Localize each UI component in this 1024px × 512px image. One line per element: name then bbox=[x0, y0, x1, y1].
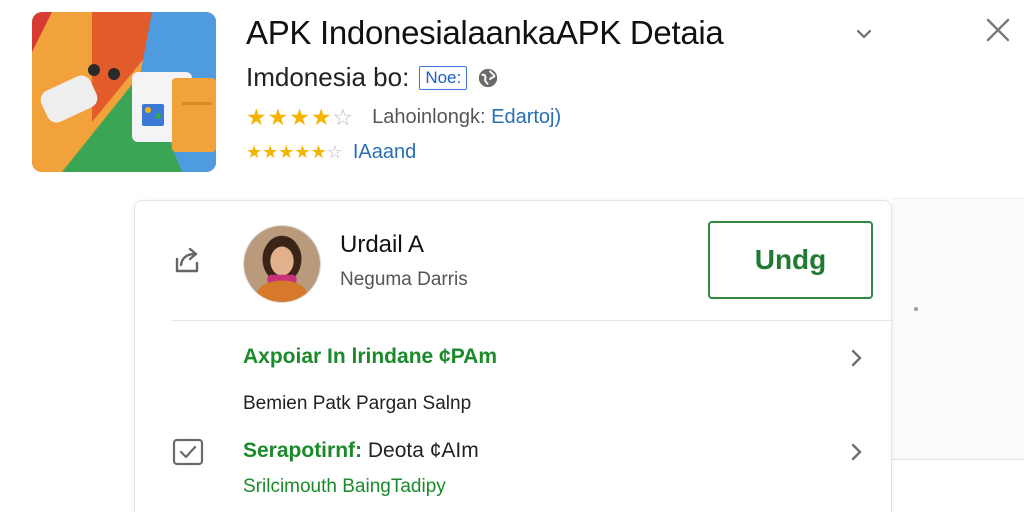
rating-row-primary: ★★★★☆ Lahoinlongk: Edartoj) bbox=[246, 104, 561, 131]
chevron-down-icon[interactable] bbox=[852, 22, 876, 46]
developer-name[interactable]: Imdonesia bo: bbox=[246, 62, 409, 93]
rating-info: Lahoinlongk: Edartoj) bbox=[372, 106, 561, 129]
divider bbox=[171, 320, 893, 321]
star-rating-icon: ★★★★★☆ bbox=[246, 142, 343, 162]
star-rating-icon: ★★★★☆ bbox=[246, 104, 355, 130]
avatar[interactable] bbox=[243, 225, 321, 303]
rating-row-secondary: ★★★★★☆ IAaand bbox=[246, 141, 416, 164]
rating-secondary-link[interactable]: IAaand bbox=[353, 141, 416, 164]
rating-label: Lahoinlongk: bbox=[372, 106, 486, 128]
checkbox-icon[interactable] bbox=[171, 437, 205, 467]
close-icon[interactable] bbox=[984, 16, 1012, 44]
primary-action-button[interactable]: Undg bbox=[708, 221, 873, 299]
row-2-title-main: Serapotirnf: bbox=[243, 439, 363, 462]
chevron-right-icon[interactable] bbox=[845, 347, 867, 369]
side-panel bbox=[892, 198, 1024, 460]
app-logo-icon bbox=[32, 12, 216, 172]
row-2-title[interactable]: Serapotirnf: Deota ¢AIm bbox=[243, 439, 479, 463]
chevron-right-icon[interactable] bbox=[845, 441, 867, 463]
details-card: Urdail A Neguma Darris Undg Axpoiar In l… bbox=[134, 200, 893, 512]
user-subtitle: Neguma Darris bbox=[340, 269, 468, 290]
row-1-subtitle: Bemien Patk Pargan Salnp bbox=[243, 393, 472, 414]
share-icon[interactable] bbox=[171, 243, 205, 277]
side-panel-dot bbox=[914, 307, 918, 311]
user-name: Urdail A bbox=[340, 231, 425, 258]
row-1-title[interactable]: Axpoiar In lrindane ¢PAm bbox=[243, 345, 497, 369]
app-title: APK IndonesialaankaAPK Detaia bbox=[246, 14, 724, 51]
row-2-subtitle: Srilcimouth BaingTadipy bbox=[243, 476, 446, 497]
developer-row: Imdonesia bo: Noe: bbox=[246, 62, 499, 93]
app-details-page: APK IndonesialaankaAPK Detaia Imdonesia … bbox=[0, 0, 1024, 512]
globe-icon[interactable] bbox=[477, 67, 499, 89]
developer-badge[interactable]: Noe: bbox=[419, 65, 468, 90]
row-2-title-suffix: Deota ¢AIm bbox=[367, 439, 479, 462]
rating-link[interactable]: Edartoj) bbox=[491, 106, 561, 128]
